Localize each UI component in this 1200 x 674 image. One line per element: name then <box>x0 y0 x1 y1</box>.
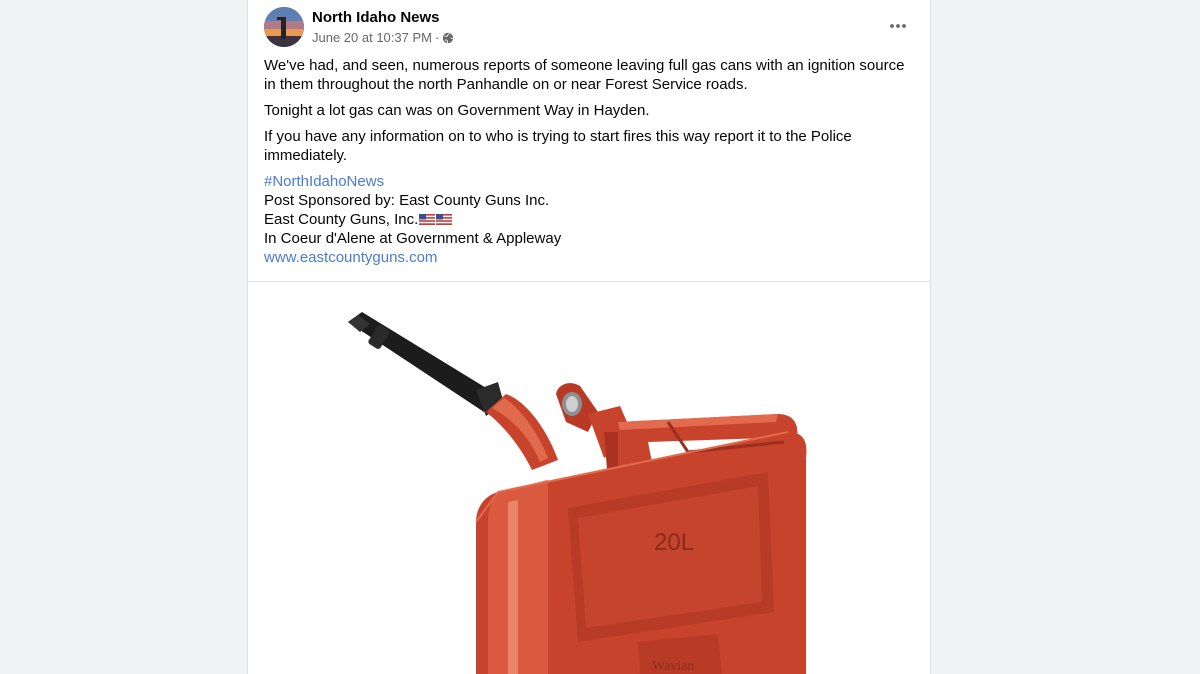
can-capacity-label: 20L <box>654 529 694 556</box>
us-flag-icon <box>419 214 436 225</box>
post-body: We've had, and seen, numerous reports of… <box>248 56 930 267</box>
location-line: In Coeur d'Alene at Government & Applewa… <box>264 230 562 247</box>
post-header: North Idaho News June 20 at 10:37 PM · <box>248 0 930 56</box>
post-timestamp[interactable]: June 20 at 10:37 PM <box>312 30 432 45</box>
business-line: East County Guns, Inc. <box>264 210 914 229</box>
hashtag-link[interactable]: #NorthIdahoNews <box>264 173 384 190</box>
sponsor-line: Post Sponsored by: East County Guns Inc. <box>264 192 550 209</box>
post-paragraph: If you have any information on to who is… <box>264 128 852 164</box>
gas-can-illustration: 20L Wavian <box>348 312 807 674</box>
post-sponsor-block: #NorthIdahoNews Post Sponsored by: East … <box>264 172 914 267</box>
meta-separator: · <box>434 30 440 45</box>
post-card: North Idaho News June 20 at 10:37 PM · W… <box>247 0 931 674</box>
avatar[interactable] <box>264 7 304 47</box>
more-options-button[interactable] <box>882 12 914 40</box>
spout-neck <box>486 394 558 470</box>
ellipsis-icon <box>890 24 906 28</box>
spout-nozzle <box>348 312 504 416</box>
post-meta: June 20 at 10:37 PM · <box>312 30 454 45</box>
post-paragraph: Tonight a lot gas can was on Government … <box>264 102 650 119</box>
globe-icon[interactable] <box>442 32 454 44</box>
can-brand-label: Wavian <box>652 659 694 674</box>
avatar-image <box>264 7 304 47</box>
business-name: East County Guns, Inc. <box>264 211 419 228</box>
author-name[interactable]: North Idaho News <box>312 9 440 26</box>
post-image[interactable]: 20L Wavian <box>248 282 930 674</box>
post-paragraph: We've had, and seen, numerous reports of… <box>264 57 905 93</box>
website-link[interactable]: www.eastcountyguns.com <box>264 249 437 266</box>
us-flag-icon <box>436 214 453 225</box>
